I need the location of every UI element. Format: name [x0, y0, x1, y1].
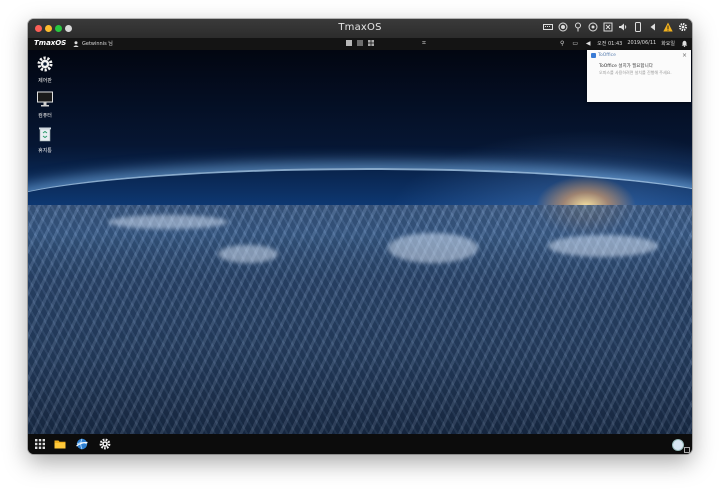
- grid-view-icon[interactable]: [368, 40, 374, 46]
- tile-view-icon[interactable]: [346, 40, 352, 46]
- apps-grid-icon[interactable]: [34, 438, 46, 450]
- notification-title: ToOffice 설치가 필요합니다: [599, 64, 653, 69]
- desktop-icon-label: 컴퓨터: [38, 113, 52, 119]
- monitor-icon: [37, 91, 53, 107]
- desktop-icon-computer[interactable]: 컴퓨터: [28, 90, 62, 119]
- top-panel: TmaxOS ▾ Getwinnis 님 ⌗ ⚲ ▭ ◀ 오전 01:43 20…: [28, 38, 692, 50]
- desktop-icon-trash[interactable]: 휴지통: [28, 125, 62, 154]
- user-avatar-icon[interactable]: [672, 439, 684, 451]
- desktop-icon-label: 휴지통: [38, 148, 52, 154]
- snow-patch: [218, 245, 278, 263]
- clock-date[interactable]: 2019/06/11: [627, 40, 656, 46]
- system-tray: ⚲ ▭ ◀ 오전 01:43 2019/06/11 화요일: [558, 39, 688, 47]
- notification-app-name: ToOffice: [598, 53, 616, 58]
- back-icon[interactable]: [648, 22, 658, 32]
- notification-popup[interactable]: ToOffice × ToOffice 설치가 필요합니다 오피스를 사용하려면…: [587, 50, 691, 102]
- single-view-icon[interactable]: [357, 40, 363, 46]
- clock-time[interactable]: 오전 01:43: [597, 40, 622, 47]
- desktop-wallpaper[interactable]: 제어판 컴퓨터 휴지통: [28, 50, 692, 434]
- warning-icon[interactable]: [663, 22, 673, 32]
- title-bar[interactable]: TmaxOS: [28, 19, 692, 38]
- display-icon[interactable]: ▭: [571, 39, 579, 47]
- resize-corner-icon[interactable]: [684, 447, 690, 453]
- keyboard-icon[interactable]: [543, 22, 553, 32]
- tmaxos-window: TmaxOS TmaxOS ▾ Getwinnis 님 ⌗ ⚲ ▭ ◀ 오전 0…: [28, 19, 692, 454]
- settings-icon[interactable]: [678, 22, 688, 32]
- volume-tray-icon[interactable]: ◀: [584, 39, 592, 47]
- chevron-down-icon[interactable]: ▾: [61, 40, 64, 46]
- folder-icon[interactable]: [54, 438, 66, 450]
- trash-icon: [39, 127, 51, 142]
- earth-horizon: [28, 168, 692, 210]
- browser-icon[interactable]: [76, 438, 88, 450]
- desktop-icon-control-panel[interactable]: 제어판: [28, 55, 62, 84]
- record-icon[interactable]: [558, 22, 568, 32]
- notification-bell-icon[interactable]: [680, 39, 688, 47]
- clock-day[interactable]: 화요일: [661, 40, 675, 47]
- user-name: Getwinnis 님: [82, 41, 113, 47]
- gear-icon: [37, 56, 53, 72]
- mountain-terrain: [28, 205, 692, 434]
- notification-body: 오피스를 사용하려면 설치를 진행해 주세요.: [599, 70, 672, 75]
- title-bar-icons: [543, 22, 688, 32]
- volume-icon[interactable]: [618, 22, 628, 32]
- workspace-view-switcher: [346, 40, 374, 46]
- screenshot-icon[interactable]: ⌗: [422, 39, 426, 48]
- power-icon[interactable]: [588, 22, 598, 32]
- phone-icon[interactable]: [633, 22, 643, 32]
- snow-patch: [388, 233, 478, 263]
- user-menu[interactable]: Getwinnis 님: [73, 40, 113, 47]
- settings-icon[interactable]: [99, 438, 111, 450]
- accessibility-icon[interactable]: ⚲: [558, 39, 566, 47]
- desktop-icon-label: 제어판: [38, 78, 52, 84]
- taskbar: [28, 434, 692, 454]
- close-icon[interactable]: ×: [682, 52, 687, 59]
- snow-patch: [108, 215, 228, 229]
- snow-patch: [548, 235, 658, 257]
- user-icon: [73, 40, 79, 47]
- tooffice-icon: [591, 53, 596, 58]
- notification-header: ToOffice: [591, 53, 616, 58]
- network-icon[interactable]: [603, 22, 613, 32]
- pin-icon[interactable]: [573, 22, 583, 32]
